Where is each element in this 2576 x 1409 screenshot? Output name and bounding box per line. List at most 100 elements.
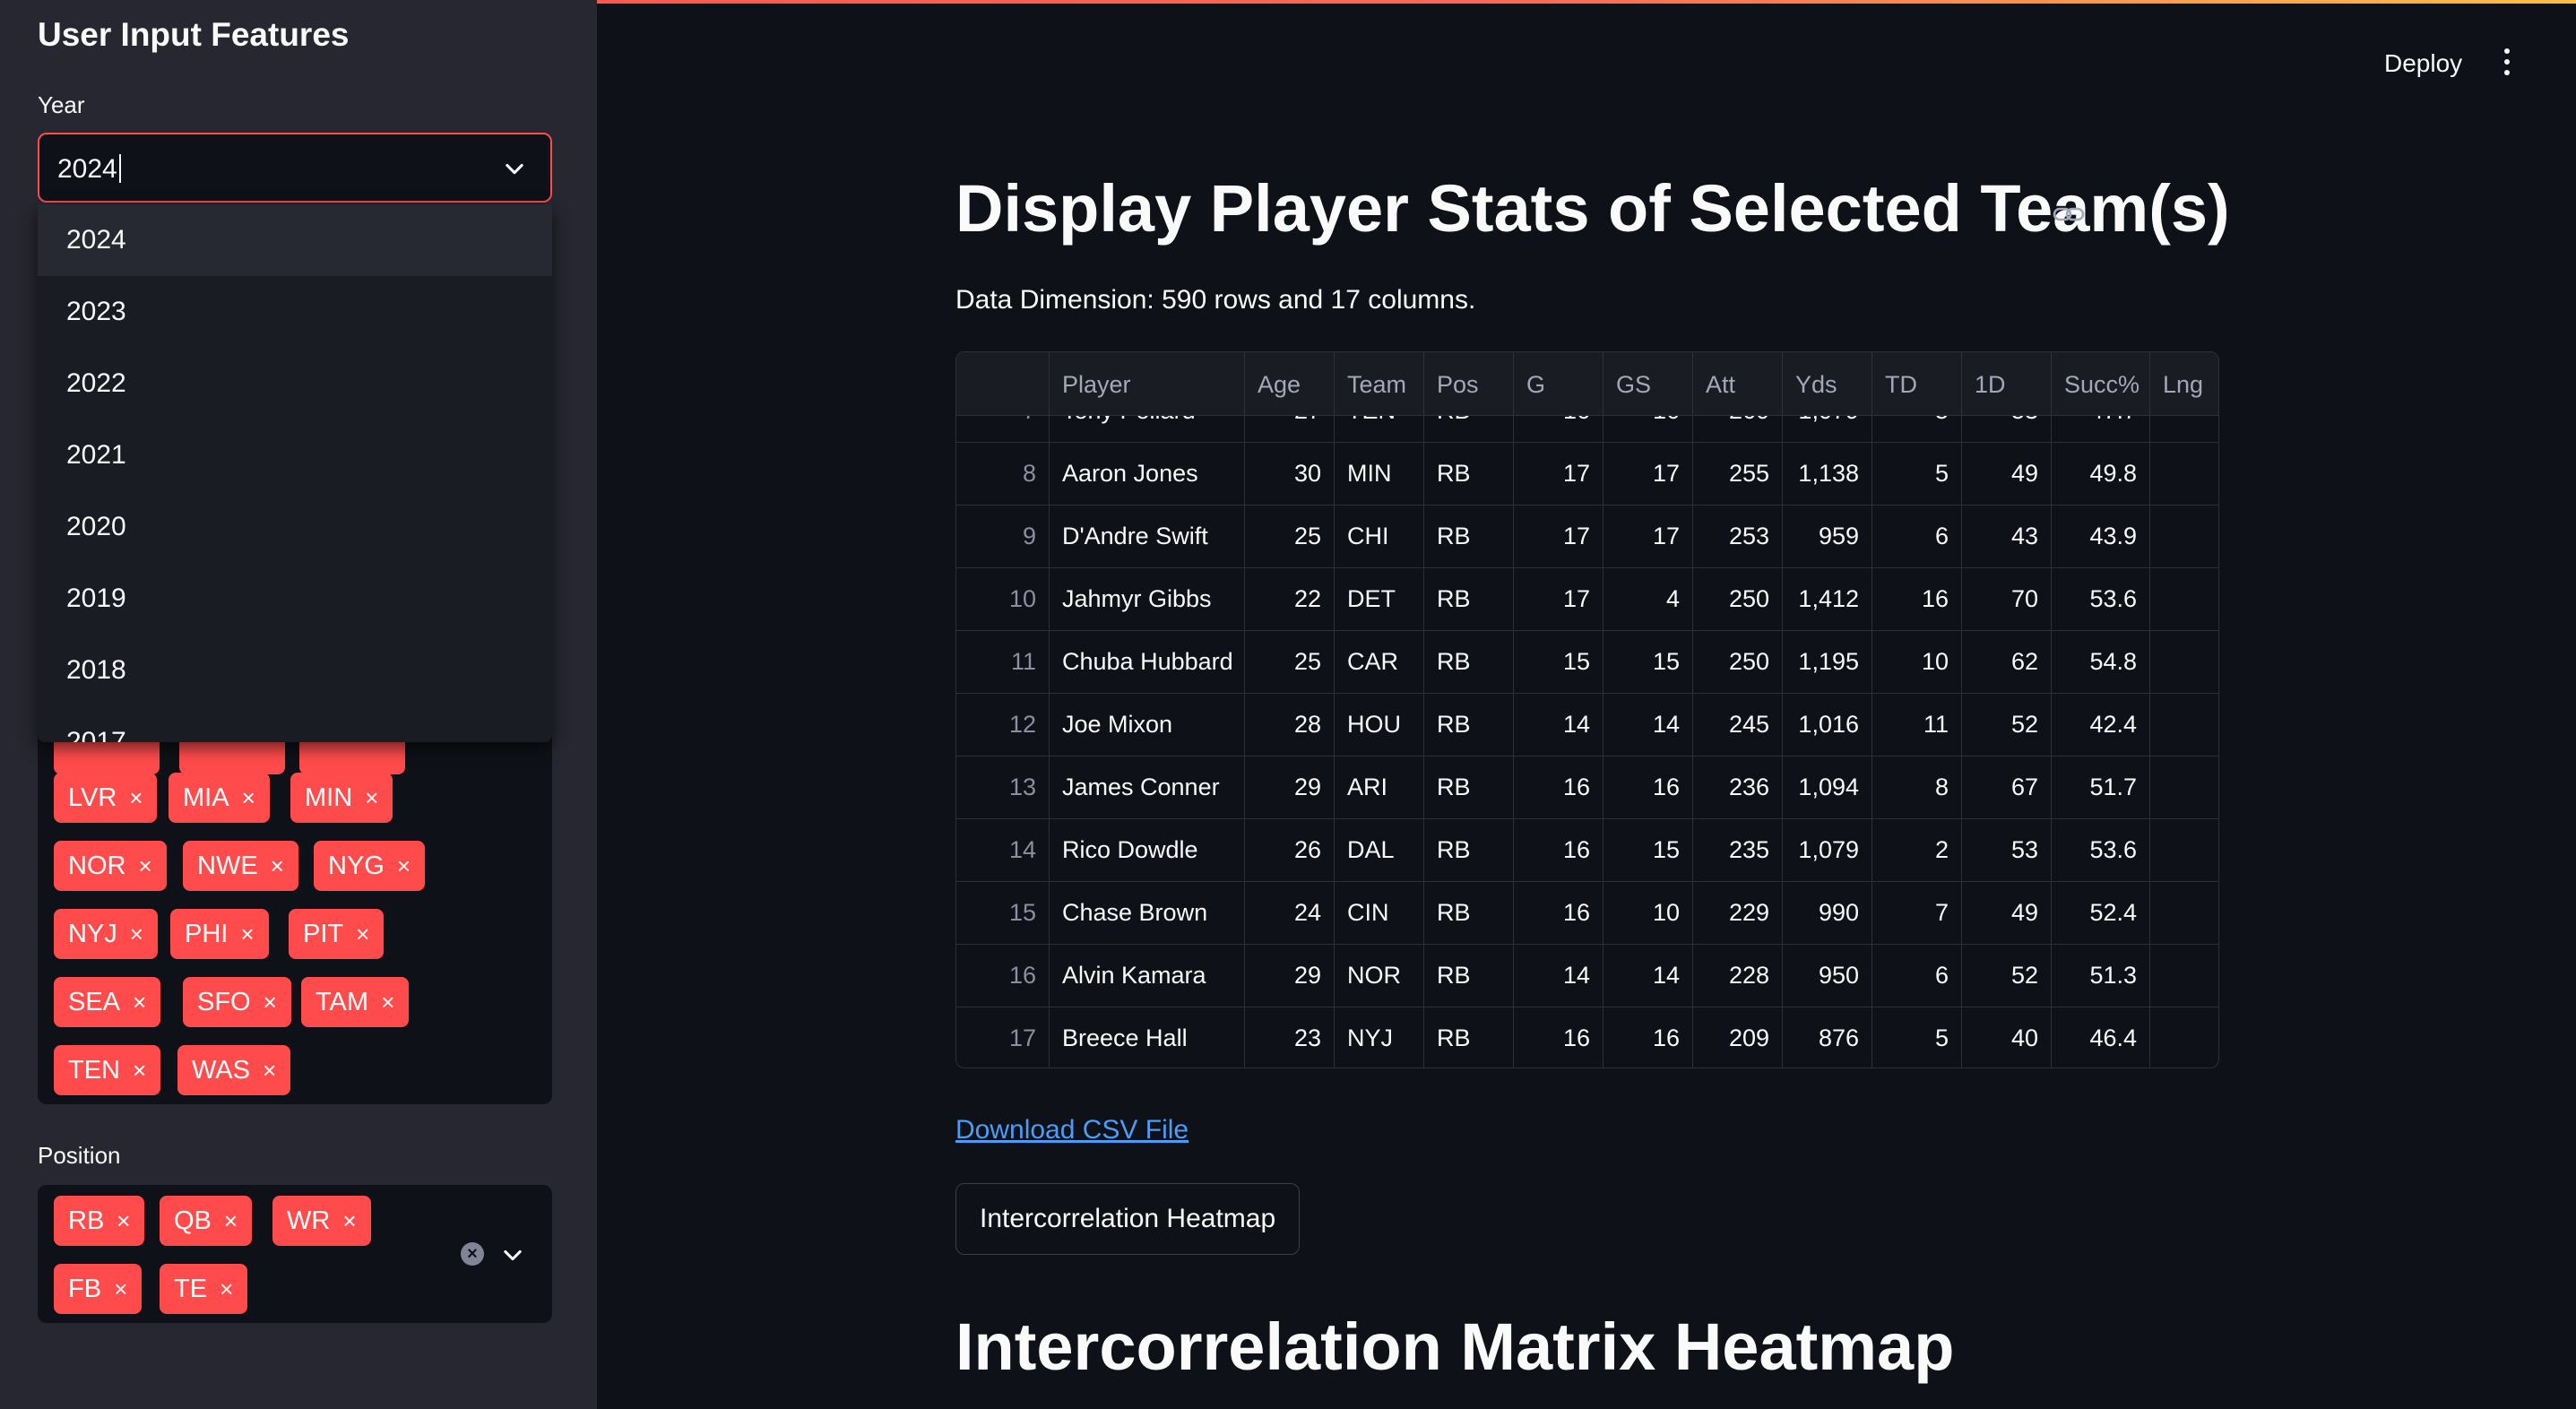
table-cell[interactable]: 24 <box>1245 881 1335 944</box>
team-tag[interactable]: NWE × <box>183 841 298 891</box>
table-cell[interactable]: 4 <box>1604 567 1693 630</box>
table-cell[interactable]: 29 <box>1245 756 1335 818</box>
table-cell[interactable]: James Conner <box>1050 756 1245 818</box>
row-index[interactable]: 16 <box>956 944 1050 1007</box>
row-index[interactable]: 15 <box>956 881 1050 944</box>
table-row[interactable]: 8Aaron Jones30MINRB17172551,13854949.84 <box>956 442 2218 506</box>
table-cell[interactable]: 255 <box>1693 442 1783 505</box>
table-cell[interactable]: 17 <box>1604 442 1693 505</box>
table-cell[interactable]: 5 <box>1872 1007 1962 1068</box>
table-cell[interactable]: MIN <box>1335 442 1424 505</box>
team-tag[interactable]: TEN × <box>54 1045 161 1095</box>
heatmap-button[interactable]: Intercorrelation Heatmap <box>955 1183 1301 1255</box>
table-cell[interactable]: Breece Hall <box>1050 1007 1245 1068</box>
row-index[interactable]: 17 <box>956 1007 1050 1068</box>
row-index[interactable]: 10 <box>956 567 1050 630</box>
table-cell[interactable]: RB <box>1424 693 1514 756</box>
table-cell[interactable]: 22 <box>1245 567 1335 630</box>
table-cell[interactable]: 17 <box>1514 442 1604 505</box>
table-cell[interactable]: 1,094 <box>1783 756 1872 818</box>
table-cell[interactable]: 43.9 <box>2052 505 2150 567</box>
table-cell[interactable]: 6 <box>1872 505 1962 567</box>
position-tag[interactable]: WR × <box>272 1196 371 1246</box>
table-cell[interactable]: 17 <box>1514 505 1604 567</box>
table-row[interactable]: 16Alvin Kamara29NORRB141422895065251.32 <box>956 944 2218 1007</box>
table-cell[interactable]: 52 <box>1962 944 2052 1007</box>
table-cell[interactable]: 14 <box>1514 693 1604 756</box>
table-cell[interactable]: 250 <box>1693 567 1783 630</box>
table-cell[interactable]: 47.7 <box>2052 415 2150 442</box>
table-cell[interactable]: 5 <box>1872 442 1962 505</box>
table-cell[interactable]: 42.4 <box>2052 693 2150 756</box>
table-cell[interactable]: 236 <box>1693 756 1783 818</box>
table-cell[interactable]: 16 <box>1514 415 1604 442</box>
table-row[interactable]: 7Tony Pollard27TENRB16162601,07955347.74 <box>956 415 2218 443</box>
table-cell[interactable]: 5 <box>2150 756 2218 818</box>
table-cell[interactable]: 17 <box>1604 505 1693 567</box>
table-cell[interactable]: RB <box>1424 756 1514 818</box>
row-index[interactable]: 14 <box>956 818 1050 881</box>
table-cell[interactable]: 11 <box>1872 693 1962 756</box>
table-cell[interactable]: 959 <box>1783 505 1872 567</box>
table-cell[interactable]: Chase Brown <box>1050 881 1245 944</box>
column-header[interactable]: Lng <box>2150 352 2218 415</box>
table-cell[interactable]: 15 <box>1514 630 1604 693</box>
table-cell[interactable]: CIN <box>1335 881 1424 944</box>
remove-icon[interactable]: × <box>365 784 378 811</box>
remove-icon[interactable]: × <box>381 989 394 1016</box>
table-cell[interactable]: 43 <box>1962 505 2052 567</box>
table-cell[interactable]: RB <box>1424 442 1514 505</box>
table-cell[interactable]: RB <box>1424 567 1514 630</box>
table-cell[interactable]: 990 <box>1783 881 1872 944</box>
dropdown-option[interactable]: 2024 <box>38 204 552 276</box>
more-menu-icon[interactable] <box>2501 48 2513 77</box>
remove-icon[interactable]: × <box>397 852 411 879</box>
table-cell[interactable]: 14 <box>1604 944 1693 1007</box>
deploy-button[interactable]: Deploy <box>2384 49 2462 78</box>
table-cell[interactable]: NYJ <box>1335 1007 1424 1068</box>
remove-icon[interactable]: × <box>129 784 143 811</box>
column-header[interactable]: G <box>1514 352 1604 415</box>
table-cell[interactable]: CAR <box>1335 630 1424 693</box>
remove-icon[interactable]: × <box>133 1057 146 1084</box>
table-cell[interactable]: 49 <box>1962 881 2052 944</box>
table-cell[interactable]: RB <box>1424 944 1514 1007</box>
position-tag[interactable]: QB × <box>160 1196 253 1246</box>
table-cell[interactable]: 876 <box>1783 1007 1872 1068</box>
year-select[interactable]: 2024 <box>38 133 552 203</box>
remove-icon[interactable]: × <box>271 852 284 879</box>
table-cell[interactable]: 253 <box>1693 505 1783 567</box>
download-csv-link[interactable]: Download CSV File <box>955 1115 1189 1145</box>
row-index[interactable]: 12 <box>956 693 1050 756</box>
table-cell[interactable]: 10 <box>1872 630 1962 693</box>
team-tag[interactable]: TAM × <box>301 977 410 1027</box>
table-cell[interactable]: 7 <box>2150 567 2218 630</box>
remove-icon[interactable]: × <box>356 921 369 947</box>
table-body[interactable]: 7Tony Pollard27TENRB16162601,07955347.74… <box>956 415 2218 1068</box>
table-cell[interactable]: 27 <box>1245 415 1335 442</box>
column-header[interactable]: Succ% <box>2052 352 2150 415</box>
position-multiselect[interactable]: RB × QB × WR × FB × TE × × <box>38 1185 552 1323</box>
column-header[interactable]: Age <box>1245 352 1335 415</box>
table-cell[interactable]: Jahmyr Gibbs <box>1050 567 1245 630</box>
table-cell[interactable]: 46.4 <box>2052 1007 2150 1068</box>
column-header[interactable]: 1D <box>1962 352 2052 415</box>
table-cell[interactable]: 30 <box>1245 442 1335 505</box>
table-cell[interactable]: 53 <box>1962 415 2052 442</box>
remove-icon[interactable]: × <box>133 989 146 1016</box>
team-tag[interactable]: NYJ × <box>54 909 158 959</box>
table-cell[interactable]: 49 <box>1962 442 2052 505</box>
remove-icon[interactable]: × <box>114 1275 127 1302</box>
table-cell[interactable]: 5 <box>1872 415 1962 442</box>
table-cell[interactable]: 1,016 <box>1783 693 1872 756</box>
dropdown-option[interactable]: 2023 <box>38 276 552 348</box>
table-cell[interactable]: 49.8 <box>2052 442 2150 505</box>
column-header[interactable]: TD <box>1872 352 1962 415</box>
row-index[interactable]: 9 <box>956 505 1050 567</box>
remove-icon[interactable]: × <box>220 1275 233 1302</box>
table-cell[interactable]: 2 <box>2150 818 2218 881</box>
team-tag[interactable]: PHI × <box>170 909 269 959</box>
remove-icon[interactable]: × <box>138 852 151 879</box>
column-header[interactable]: GS <box>1604 352 1693 415</box>
remove-icon[interactable]: × <box>263 1057 276 1084</box>
